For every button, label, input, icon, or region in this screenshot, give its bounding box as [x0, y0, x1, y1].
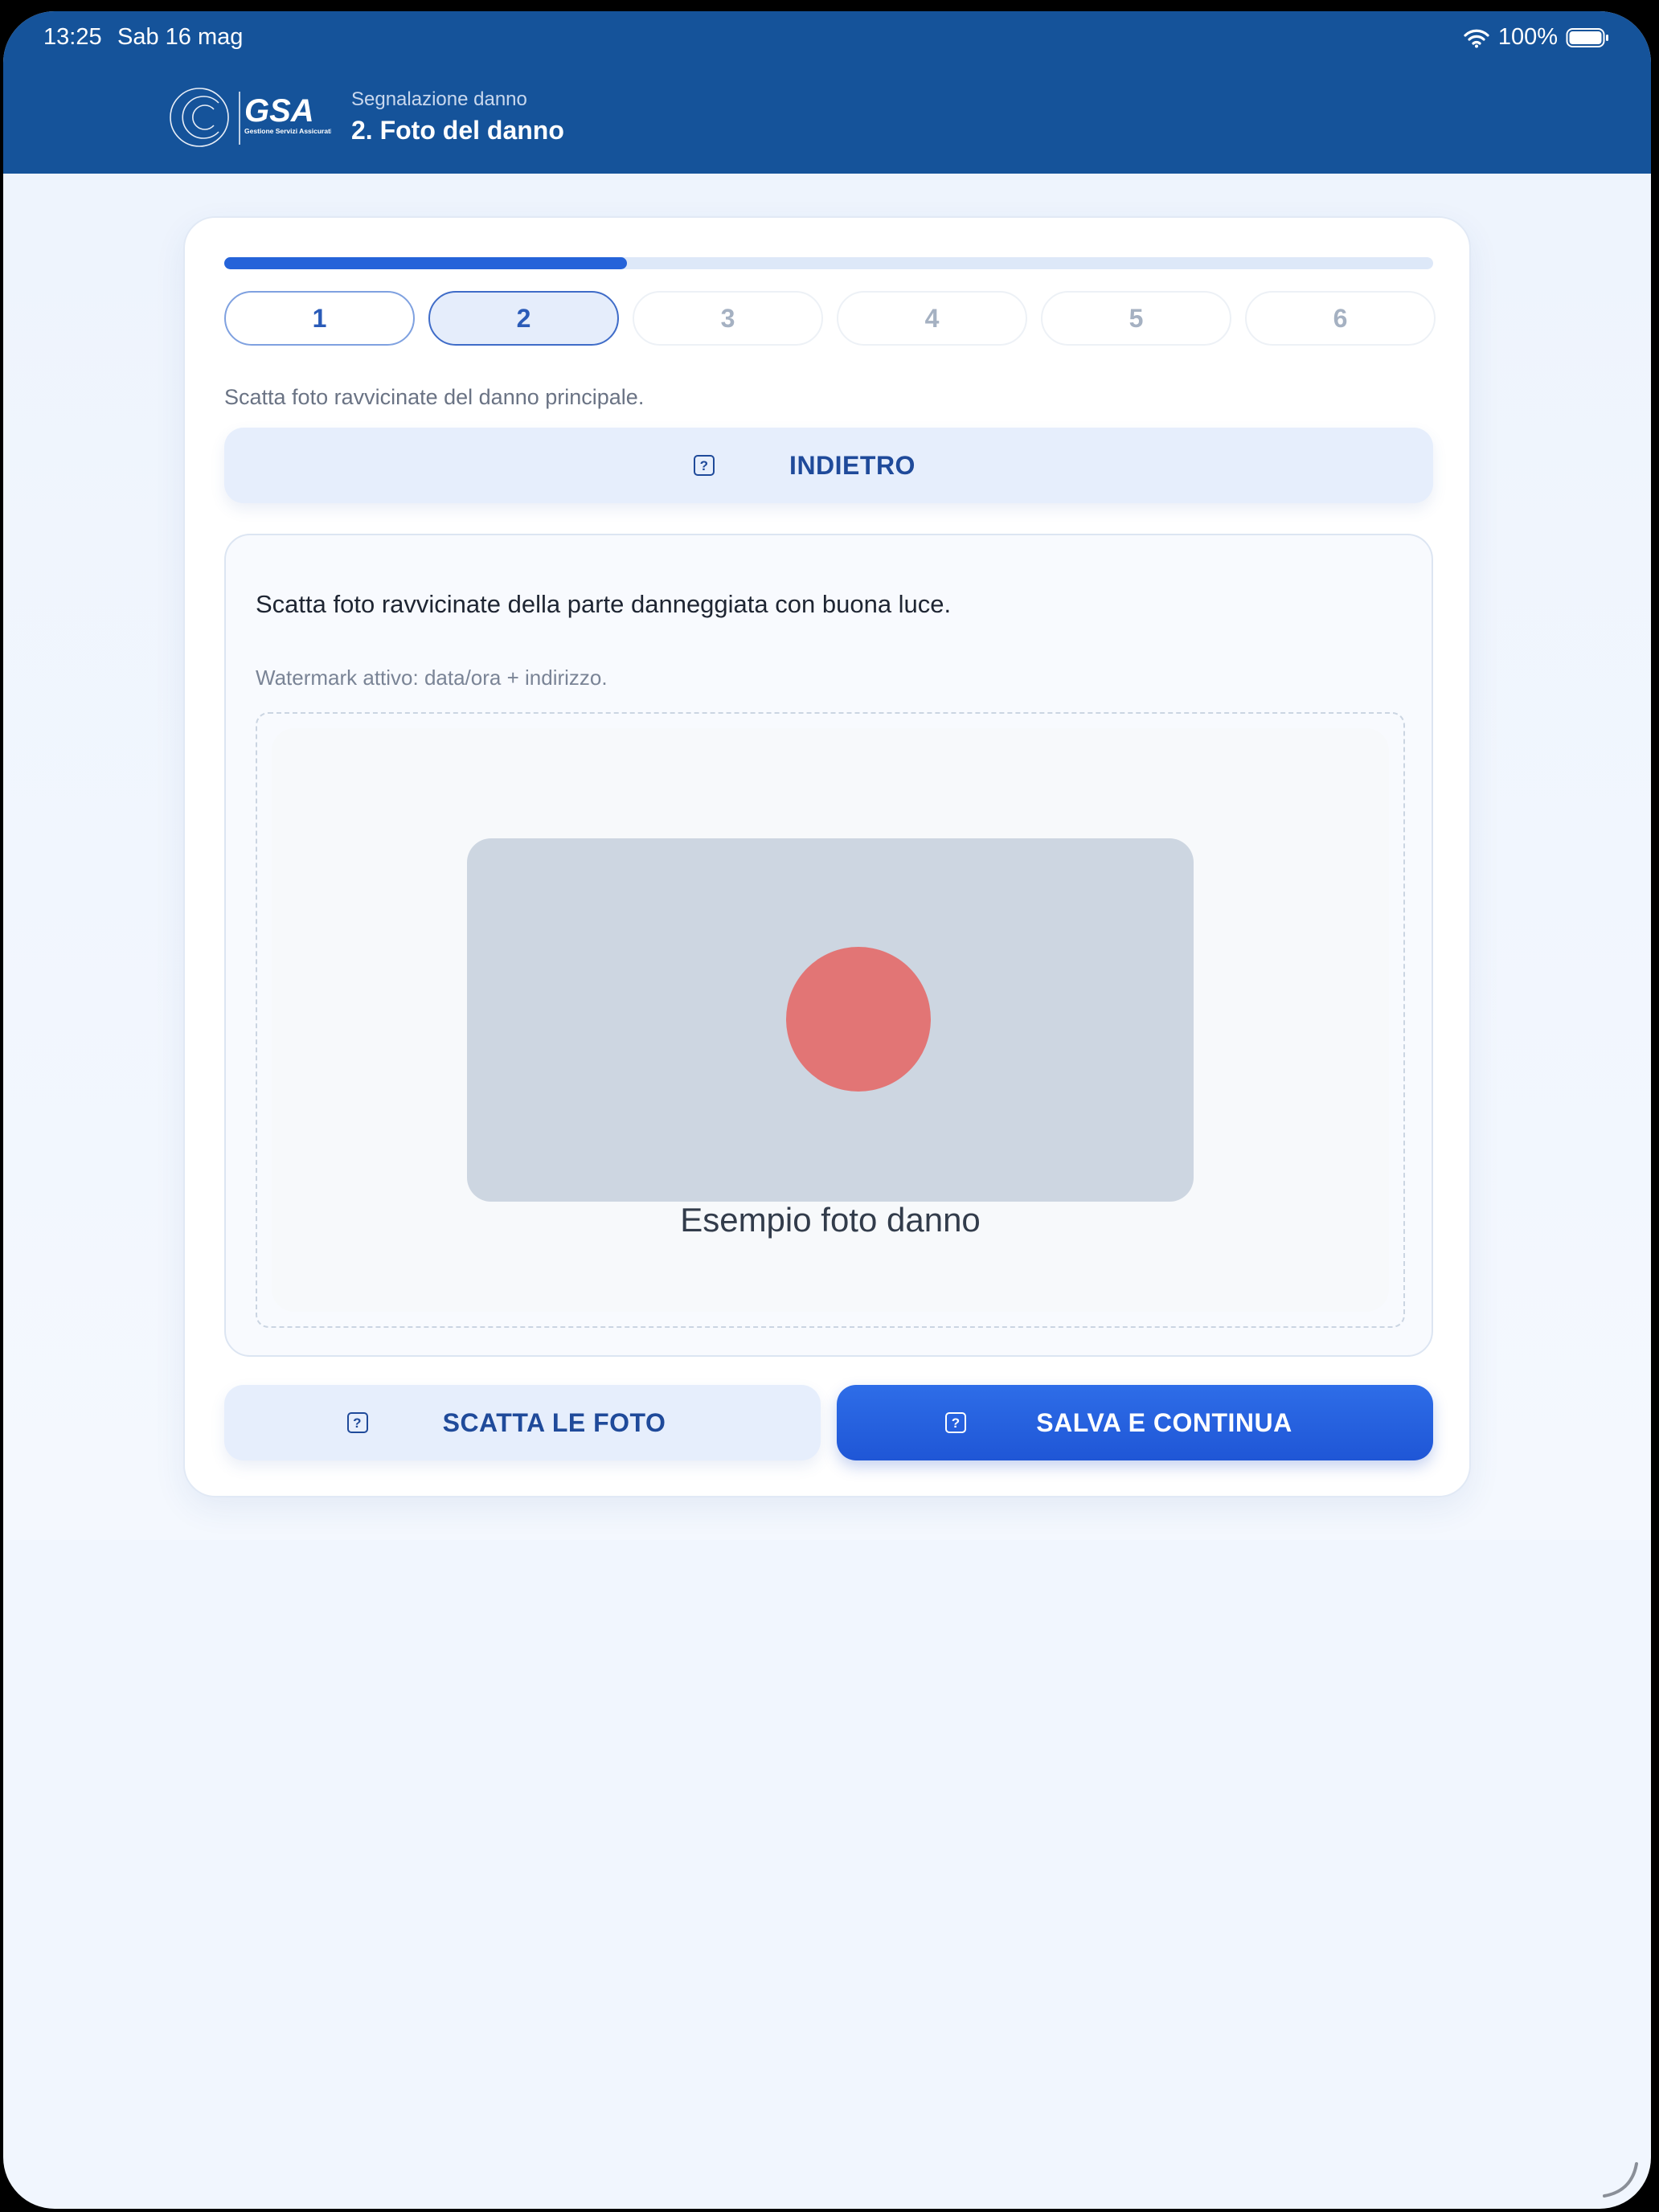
watermark-note: Watermark attivo: data/ora + indirizzo.: [256, 666, 608, 690]
progress-fill: [224, 257, 627, 269]
sample-photo-placeholder: [467, 838, 1194, 1202]
help-square-icon: ?: [346, 1412, 368, 1433]
progress-bar: [224, 257, 1433, 269]
step-2[interactable]: 2: [428, 291, 619, 346]
wizard-card: 123456 Scatta foto ravvicinate del danno…: [183, 216, 1471, 1497]
take-photos-label: SCATTA LE FOTO: [442, 1407, 666, 1437]
device-screen: 13:25 Sab 16 mag 100% GSA Gestione Servi…: [3, 11, 1651, 2209]
app-header: 13:25 Sab 16 mag 100% GSA Gestione Servi…: [3, 11, 1651, 174]
take-photos-button[interactable]: ? SCATTA LE FOTO: [224, 1385, 821, 1460]
back-button[interactable]: ? INDIETRO: [224, 428, 1433, 503]
page-title: 2. Foto del danno: [351, 116, 564, 145]
step-5[interactable]: 5: [1041, 291, 1231, 346]
back-button-label: INDIETRO: [789, 450, 916, 480]
wifi-icon: [1464, 29, 1489, 47]
photo-drop-zone[interactable]: Esempio foto danno: [256, 712, 1405, 1328]
step-hint: Scatta foto ravvicinate del danno princi…: [224, 385, 645, 409]
photo-instruction: Scatta foto ravvicinate della parte dann…: [256, 590, 952, 618]
status-time: 13:25: [43, 24, 102, 50]
step-6[interactable]: 6: [1245, 291, 1436, 346]
gsa-logo: GSA Gestione Servizi Assicurativi: [170, 88, 331, 147]
damage-marker: [786, 947, 931, 1092]
sample-caption: Esempio foto danno: [680, 1201, 981, 1239]
step-3[interactable]: 3: [633, 291, 823, 346]
step-4[interactable]: 4: [837, 291, 1027, 346]
header-subtitle: Segnalazione danno: [351, 88, 527, 110]
help-square-icon: ?: [945, 1412, 967, 1433]
status-indicators: 100%: [1463, 24, 1609, 51]
battery-icon: [1566, 27, 1608, 47]
help-square-icon: ?: [694, 455, 715, 476]
step-indicator: 123456: [224, 291, 1436, 346]
photo-preview-area: Esempio foto danno: [272, 728, 1389, 1312]
step-1[interactable]: 1: [224, 291, 415, 346]
photo-panel: Scatta foto ravvicinate della parte dann…: [224, 534, 1433, 1357]
battery-percent: 100%: [1497, 24, 1558, 50]
save-continue-label: SALVA E CONTINUA: [1036, 1407, 1292, 1437]
resize-corner-icon: [1603, 2162, 1638, 2198]
logo-tagline: Gestione Servizi Assicurativi: [244, 127, 331, 135]
save-continue-button[interactable]: ? SALVA E CONTINUA: [837, 1385, 1433, 1460]
status-date: Sab 16 mag: [117, 24, 244, 50]
logo-text: GSA: [244, 93, 314, 129]
